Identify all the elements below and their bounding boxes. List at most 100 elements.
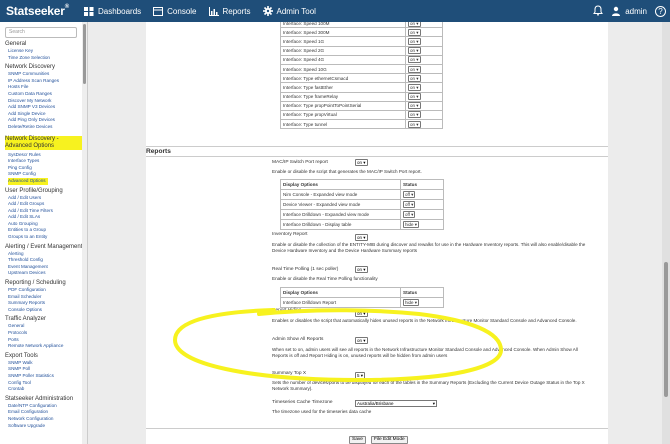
sidebar-item[interactable]: Crontab bbox=[5, 386, 87, 393]
admin-show-select[interactable]: on bbox=[355, 337, 368, 344]
user-menu[interactable]: admin bbox=[611, 6, 647, 16]
interface-row-select[interactable]: on bbox=[408, 56, 421, 64]
settings-panel: Interface: Speed 100MonInterface: Speed … bbox=[146, 22, 608, 444]
sidebar-item[interactable]: Threshold Config bbox=[5, 257, 87, 264]
sidebar-item[interactable]: Upstream Devices bbox=[5, 270, 87, 277]
table-row: Interface Drilldown - Expanded view mode… bbox=[280, 209, 444, 220]
sidebar-item[interactable]: SNMP Config bbox=[5, 171, 87, 178]
sidebar-item[interactable]: Auto Grouping bbox=[5, 221, 87, 228]
user-icon bbox=[612, 6, 621, 16]
sidebar-item[interactable]: Email Scheduler bbox=[5, 294, 87, 301]
inventory-select[interactable]: on bbox=[355, 234, 368, 241]
brand-logo[interactable]: Statseeker® bbox=[0, 4, 84, 18]
sidebar-item[interactable]: Ports bbox=[5, 337, 87, 344]
sidebar-item[interactable]: SNMP Poller Statistics bbox=[5, 373, 87, 380]
sidebar-item[interactable]: General bbox=[5, 323, 87, 330]
interface-row-select[interactable]: on bbox=[408, 74, 421, 82]
sidebar-item[interactable]: PDF Configuration bbox=[5, 287, 87, 294]
sidebar-item-advanced-options[interactable]: Advanced Options bbox=[8, 177, 48, 185]
option-select[interactable]: off bbox=[403, 201, 416, 208]
interface-row-label: Interface: Type frameRelay bbox=[280, 91, 406, 102]
sidebar-item[interactable]: Entities to a Group bbox=[5, 227, 87, 234]
macip-desc: Enable or disable the script that genera… bbox=[272, 169, 422, 174]
sidebar-item[interactable]: Add / Edit SLAs bbox=[5, 214, 87, 221]
option-select[interactable]: hide bbox=[403, 299, 420, 306]
sidebar-item[interactable]: Custom Data Ranges bbox=[5, 91, 87, 98]
sidebar-item[interactable]: Interface Types bbox=[5, 158, 87, 165]
sidebar-item[interactable]: IP Address Scan Ranges bbox=[5, 78, 87, 85]
footer-divider bbox=[146, 428, 608, 429]
sidebar-item[interactable]: Alerting bbox=[5, 251, 87, 258]
interface-row-select[interactable]: on bbox=[408, 47, 421, 55]
sidebar-item[interactable]: Ping Config bbox=[5, 165, 87, 172]
sidebar-scroll-thumb[interactable] bbox=[83, 24, 86, 84]
main-scroll-thumb[interactable] bbox=[664, 262, 668, 397]
interface-row-status-cell: on bbox=[405, 100, 443, 111]
option-select[interactable]: off bbox=[403, 211, 416, 218]
sidebar-item[interactable]: Network Configuration bbox=[5, 416, 87, 423]
interface-row-select[interactable]: on bbox=[408, 83, 421, 91]
bell-icon[interactable] bbox=[593, 4, 604, 18]
hiding-select[interactable]: on bbox=[355, 310, 368, 317]
file-edit-mode-button[interactable]: File Edit Mode bbox=[371, 436, 408, 444]
sidebar-item[interactable]: Hosts File bbox=[5, 84, 87, 91]
admin-show-label: Admin Show All Reports bbox=[272, 337, 324, 342]
sidebar-item[interactable]: Add / Edit Time Filters bbox=[5, 208, 87, 215]
sidebar-item[interactable]: Remote Network Appliance bbox=[5, 343, 87, 350]
timezone-select[interactable]: Australia/Brisbane bbox=[355, 400, 437, 407]
sidebar-item[interactable]: Groups to an Entity bbox=[5, 234, 87, 241]
sidebar-item[interactable]: Console Options bbox=[5, 307, 87, 314]
sidebar-item[interactable]: License Key bbox=[5, 48, 87, 55]
interface-row-select[interactable]: on bbox=[408, 37, 421, 45]
interface-row: Interface: Type ethernetCsmacd on bbox=[280, 73, 443, 84]
interface-row-select[interactable]: on bbox=[408, 65, 421, 73]
sidebar-item[interactable]: Add / Edit Users bbox=[5, 195, 87, 202]
sidebar-item[interactable]: SysDescr Rules bbox=[5, 152, 87, 159]
topx-select[interactable]: 5 bbox=[355, 372, 366, 379]
sidebar-item[interactable]: Add Ping Only Devices bbox=[5, 117, 87, 124]
nav-admin-tool[interactable]: Admin Tool bbox=[262, 6, 316, 16]
interface-row: Interface: Type fastEther on bbox=[280, 82, 443, 93]
option-select[interactable]: off bbox=[403, 191, 416, 198]
interface-row-select[interactable]: on bbox=[408, 22, 421, 27]
nav-console[interactable]: Console bbox=[153, 6, 197, 16]
macip-select[interactable]: on bbox=[355, 159, 368, 166]
inventory-desc: Enable or disable the collection of the … bbox=[272, 242, 586, 253]
nav-reports[interactable]: Reports bbox=[208, 6, 251, 16]
help-icon[interactable]: ? bbox=[655, 5, 666, 17]
sidebar-search-input[interactable]: Search bbox=[5, 27, 77, 38]
sidebar-item[interactable]: Add SNMP V3 Devices bbox=[5, 104, 87, 111]
dashboard-icon bbox=[84, 6, 94, 16]
interface-row-select[interactable]: on bbox=[408, 120, 421, 128]
interface-row-status-cell: on bbox=[405, 91, 443, 102]
interface-row-select[interactable]: on bbox=[408, 102, 421, 110]
gear-icon bbox=[262, 6, 273, 16]
sidebar-item[interactable]: SNMP Communities bbox=[5, 71, 87, 78]
sidebar-group-title: Network Discovery - Advanced Options bbox=[5, 135, 87, 150]
save-button[interactable]: Save bbox=[349, 436, 366, 444]
sidebar-item[interactable]: Config Tool bbox=[5, 380, 87, 387]
sidebar-item[interactable]: Summary Reports bbox=[5, 300, 87, 307]
interface-row-select[interactable]: on bbox=[408, 28, 421, 36]
sidebar-item[interactable]: Software Upgrade bbox=[5, 423, 87, 430]
sidebar-item[interactable]: Add / Edit Groups bbox=[5, 201, 87, 208]
nav-dashboards[interactable]: Dashboards bbox=[84, 6, 141, 16]
sidebar-item[interactable]: Event Management bbox=[5, 264, 87, 271]
interface-row-select[interactable]: on bbox=[408, 93, 421, 101]
sidebar-group: Statseeker Administration Date/NTP Config… bbox=[0, 396, 87, 429]
interface-row-select[interactable]: on bbox=[408, 111, 421, 119]
sidebar-item[interactable]: Protocols bbox=[5, 330, 87, 337]
sidebar-item[interactable]: Delete/Retire Devices bbox=[5, 124, 87, 131]
realtime-select[interactable]: on bbox=[355, 266, 368, 273]
sidebar-item[interactable]: Time Zone Selection bbox=[5, 55, 87, 62]
sidebar-item[interactable]: Discover My Network bbox=[5, 98, 87, 105]
interface-row: Interface: Speed 300M on bbox=[280, 27, 443, 38]
sidebar-item[interactable]: Date/NTP Configuration bbox=[5, 403, 87, 410]
sidebar-item[interactable]: Add Single Device bbox=[5, 111, 87, 118]
sidebar-item[interactable]: SNMP Walk bbox=[5, 360, 87, 367]
nav-label: Reports bbox=[222, 6, 251, 16]
sidebar-scrollbar[interactable] bbox=[82, 22, 87, 444]
sidebar-item[interactable]: SNMP Poll bbox=[5, 366, 87, 373]
sidebar-item[interactable]: Email Configuration bbox=[5, 409, 87, 416]
option-select[interactable]: hide bbox=[403, 221, 420, 228]
